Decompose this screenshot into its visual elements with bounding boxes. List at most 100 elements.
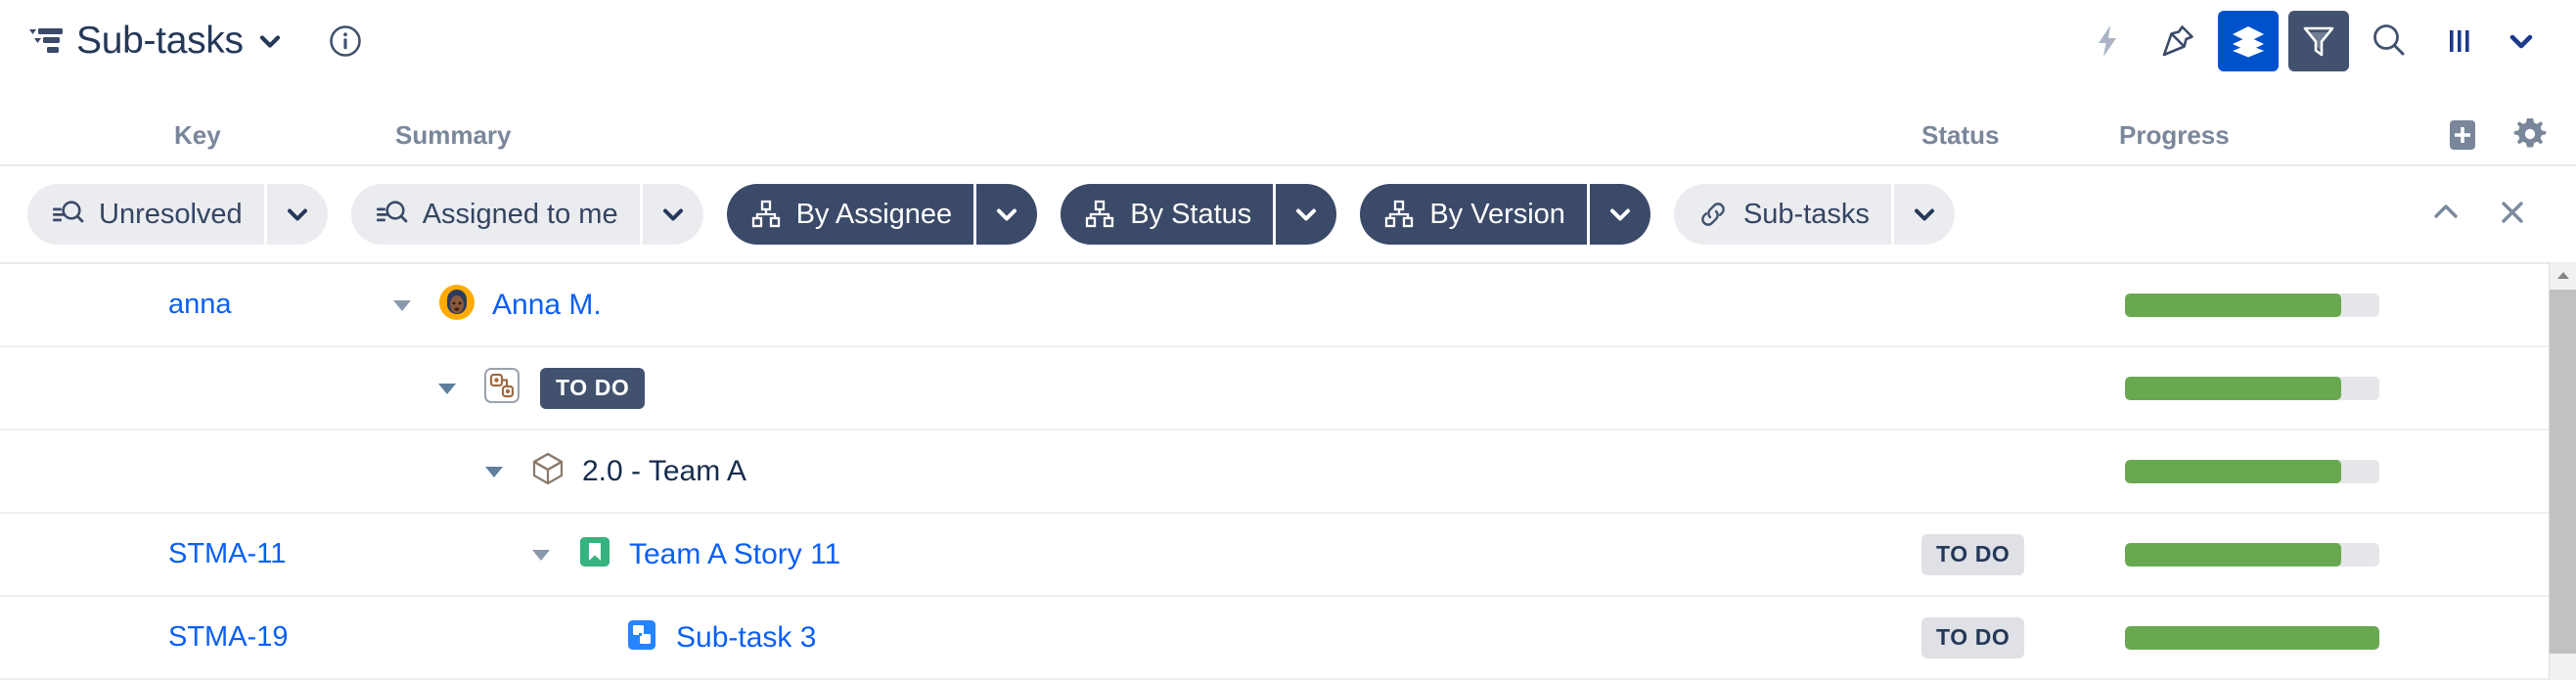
pill-unresolved-label: Unresolved (99, 198, 243, 230)
row-status-cell (1921, 347, 2107, 429)
pill-sub-tasks-label: Sub-tasks (1742, 198, 1870, 230)
triangle-down-icon[interactable] (387, 291, 417, 320)
group-icon (750, 199, 782, 230)
row-status-cell (1921, 264, 2107, 345)
pill-by-status[interactable]: By Status (1061, 184, 1337, 245)
row-summary-cell: TO DO (372, 347, 1942, 429)
pill-by-status-main[interactable]: By Status (1061, 184, 1274, 245)
info-icon[interactable] (296, 24, 362, 58)
filter-search-icon (51, 198, 84, 231)
toolbar-chevron-down-icon[interactable] (2500, 11, 2543, 71)
issue-key-link[interactable]: STMA-19 (168, 621, 288, 654)
pill-unresolved[interactable]: Unresolved (27, 184, 328, 245)
expander-placeholder (573, 623, 603, 653)
story-icon (577, 534, 612, 574)
scroll-thumb[interactable] (2550, 290, 2576, 654)
chevron-up-icon[interactable] (2429, 196, 2463, 234)
column-header-progress[interactable]: Progress (2119, 120, 2230, 151)
pill-unresolved-chevron-down-icon[interactable] (266, 184, 328, 245)
table-row[interactable]: STMA-19 Sub-task 3 TO DO (0, 597, 2549, 680)
search-icon[interactable] (2359, 11, 2419, 71)
row-summary-text: 2.0 - Team A (582, 454, 746, 487)
pill-by-version-main[interactable]: By Version (1360, 184, 1587, 245)
issue-key-link[interactable]: anna (168, 289, 232, 321)
gear-icon[interactable] (2510, 114, 2550, 159)
table-row[interactable]: STMA-11 Team A Story 11 TO DO (0, 514, 2549, 597)
row-key-cell: anna (0, 264, 372, 345)
pill-sub-tasks-chevron-down-icon[interactable] (1893, 184, 1955, 245)
column-header-status[interactable]: Status (1921, 120, 1999, 151)
progress-bar-fill (2125, 293, 2341, 317)
automation-icon[interactable] (2077, 11, 2138, 71)
pill-sub-tasks-main[interactable]: Sub-tasks (1673, 184, 1891, 245)
structure-grid: anna Anna M. TO DO 2.0 - Team A STMA-11 … (0, 262, 2549, 680)
pill-by-version[interactable]: By Version (1360, 184, 1650, 245)
workflow-status-icon (483, 367, 520, 409)
issue-key-link[interactable]: STMA-11 (168, 538, 286, 570)
table-row[interactable]: TO DO (0, 347, 2549, 431)
group-icon (1383, 199, 1415, 230)
row-progress-cell (2125, 431, 2387, 512)
add-column-icon[interactable] (2444, 116, 2481, 159)
pill-assigned-to-me-main[interactable]: Assigned to me (350, 184, 640, 245)
column-header-key[interactable]: Key (174, 120, 221, 151)
row-summary-text[interactable]: Sub-task 3 (676, 621, 816, 655)
triangle-down-icon[interactable] (526, 540, 556, 569)
link-icon (1697, 199, 1729, 230)
row-progress-cell (2125, 514, 2387, 595)
progress-bar (2125, 293, 2379, 317)
progress-bar-fill (2125, 625, 2379, 650)
avatar-icon (438, 284, 475, 326)
pill-assigned-to-me[interactable]: Assigned to me (350, 184, 703, 245)
pill-sub-tasks[interactable]: Sub-tasks (1673, 184, 1955, 245)
progress-bar-fill (2125, 542, 2341, 567)
column-header-row: Key Summary Status Progress (0, 82, 2576, 166)
columns-icon[interactable] (2429, 11, 2490, 71)
filter-icon[interactable] (2288, 11, 2349, 71)
row-summary-cell: Anna M. (372, 264, 1942, 345)
pill-unresolved-main[interactable]: Unresolved (27, 184, 264, 245)
row-progress-cell (2125, 264, 2387, 345)
pill-by-assignee-label: By Assignee (795, 198, 953, 230)
structure-icon (29, 26, 63, 56)
filter-pill-bar: Unresolved Assigned to me By Assignee By… (0, 166, 2576, 262)
column-header-summary[interactable]: Summary (395, 120, 512, 151)
pill-assigned-to-me-label: Assigned to me (422, 198, 618, 230)
row-summary-text[interactable]: Anna M. (492, 289, 602, 322)
triangle-down-icon[interactable] (432, 374, 462, 403)
table-row[interactable]: anna Anna M. (0, 264, 2549, 347)
pill-assigned-to-me-chevron-down-icon[interactable] (642, 184, 703, 245)
progress-bar (2125, 459, 2379, 483)
progress-bar-fill (2125, 459, 2341, 483)
row-progress-cell (2125, 347, 2387, 429)
vertical-scrollbar[interactable] (2549, 262, 2576, 680)
title-bar-left: Sub-tasks (0, 20, 362, 63)
row-key-cell: STMA-11 (0, 514, 372, 595)
row-status-cell (1921, 431, 2107, 512)
row-status-cell: TO DO (1921, 597, 2107, 678)
pill-by-assignee[interactable]: By Assignee (726, 184, 1038, 245)
close-icon[interactable] (2496, 196, 2529, 234)
scroll-up-arrow-icon[interactable] (2550, 262, 2576, 290)
status-badge: TO DO (1921, 533, 2025, 575)
page-title: Sub-tasks (76, 20, 244, 62)
progress-bar-fill (2125, 376, 2341, 400)
row-summary-text[interactable]: Team A Story 11 (629, 538, 840, 571)
pin-icon[interactable] (2147, 11, 2208, 71)
progress-bar (2125, 542, 2379, 567)
progress-bar (2125, 625, 2379, 650)
structure-board: Sub-tasks Key Summary Status Progress Un… (0, 0, 2576, 680)
version-cube-icon (530, 451, 565, 491)
filter-search-icon (375, 198, 408, 231)
table-row[interactable]: 2.0 - Team A (0, 431, 2549, 514)
row-summary-cell: Sub-task 3 (372, 597, 1942, 678)
chevron-down-icon[interactable] (257, 28, 283, 54)
layers-icon[interactable] (2218, 11, 2279, 71)
pill-by-status-chevron-down-icon[interactable] (1276, 184, 1337, 245)
pill-by-assignee-chevron-down-icon[interactable] (976, 184, 1038, 245)
pill-by-version-chevron-down-icon[interactable] (1589, 184, 1650, 245)
pill-by-assignee-main[interactable]: By Assignee (726, 184, 974, 245)
triangle-down-icon[interactable] (479, 457, 509, 486)
group-status-badge: TO DO (540, 367, 646, 409)
title-bar-toolbar (2077, 11, 2576, 71)
